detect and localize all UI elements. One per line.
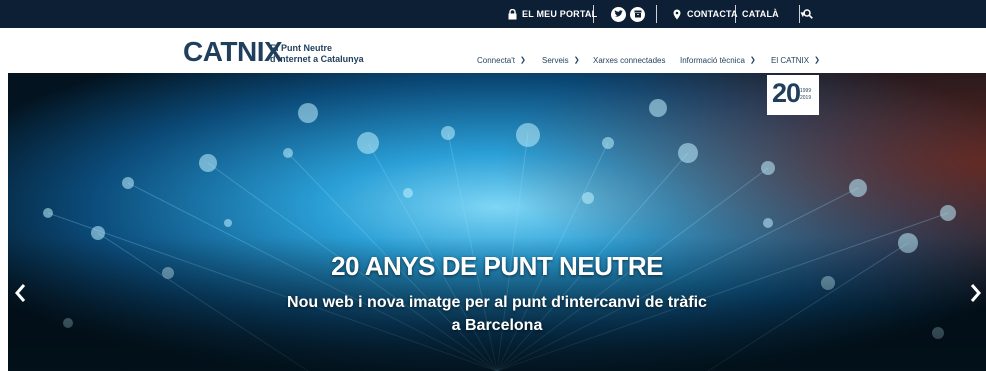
nav-item-connectat[interactable]: Connecta't ❯ bbox=[477, 53, 526, 67]
hero-subtitle-line: Nou web i nova imatge per al punt d'inte… bbox=[287, 294, 707, 311]
nav-label: Xarxes connectades bbox=[593, 55, 666, 65]
divider bbox=[593, 5, 594, 23]
badge-number: 20 bbox=[772, 78, 801, 108]
divider bbox=[799, 5, 800, 23]
catnix-logo[interactable]: CATNIX bbox=[183, 36, 283, 67]
divider bbox=[735, 5, 736, 23]
carousel-next-button[interactable] bbox=[968, 281, 984, 305]
badge-year-end: 2019 bbox=[800, 95, 812, 101]
language-select[interactable]: CATALÀ ▼ bbox=[742, 0, 807, 28]
archive-link[interactable] bbox=[630, 0, 645, 28]
chevron-down-icon: ❯ bbox=[573, 57, 580, 64]
nav-item-serveis[interactable]: Serveis ❯ bbox=[542, 53, 580, 67]
nav-item-el-catnix[interactable]: El CATNIX ❯ bbox=[771, 53, 820, 67]
search-icon bbox=[803, 9, 813, 19]
nav-label: Informació tècnica bbox=[680, 55, 745, 65]
chevron-left-icon bbox=[15, 284, 26, 302]
divider bbox=[656, 5, 657, 23]
archive-icon bbox=[630, 6, 645, 22]
tagline-line: El Punt Neutre bbox=[270, 43, 333, 53]
portal-link[interactable]: EL MEU PORTAL bbox=[508, 0, 597, 28]
contact-label: CONTACTA bbox=[687, 9, 738, 19]
hero-subtitle: Nou web i nova imatge per al punt d'inte… bbox=[8, 291, 986, 337]
chevron-down-icon: ❯ bbox=[814, 57, 820, 64]
badge-year-start: 1999 bbox=[800, 88, 812, 94]
carousel-prev-button[interactable] bbox=[12, 281, 28, 305]
chevron-down-icon: ❯ bbox=[520, 57, 526, 64]
portal-label: EL MEU PORTAL bbox=[522, 9, 598, 19]
nav-label: Connecta't bbox=[477, 55, 515, 65]
anniversary-badge: 20 1999 2019 bbox=[767, 75, 819, 115]
contact-link[interactable]: CONTACTA bbox=[673, 0, 738, 28]
twitter-icon bbox=[611, 6, 626, 22]
brand-tagline: El Punt Neutre d'Internet a Catalunya bbox=[270, 43, 364, 65]
nav-item-xarxes[interactable]: Xarxes connectades bbox=[593, 53, 666, 67]
tagline-line: d'Internet a Catalunya bbox=[270, 54, 364, 64]
nav-item-informacio[interactable]: Informació tècnica ❯ bbox=[680, 53, 756, 67]
search-button[interactable] bbox=[803, 0, 813, 28]
nav-label: Serveis bbox=[542, 55, 569, 65]
chevron-down-icon: ❯ bbox=[749, 57, 756, 64]
lock-icon bbox=[508, 8, 517, 19]
logo-text: CATNIX bbox=[183, 36, 283, 67]
hero-title: 20 ANYS DE PUNT NEUTRE bbox=[331, 251, 663, 281]
site-header: CATNIX El Punt Neutre d'Internet a Catal… bbox=[0, 28, 986, 73]
nav-label: El CATNIX bbox=[771, 55, 810, 65]
chevron-right-icon bbox=[970, 284, 981, 302]
hero-banner: 20 ANYS DE PUNT NEUTRE Nou web i nova im… bbox=[8, 73, 986, 371]
twitter-link[interactable] bbox=[611, 0, 626, 28]
top-bar: EL MEU PORTAL CONTACTA CATALÀ ▼ bbox=[0, 0, 986, 28]
hero-subtitle-line: a Barcelona bbox=[451, 317, 543, 334]
language-label: CATALÀ bbox=[742, 9, 779, 19]
location-pin-icon bbox=[673, 9, 681, 19]
